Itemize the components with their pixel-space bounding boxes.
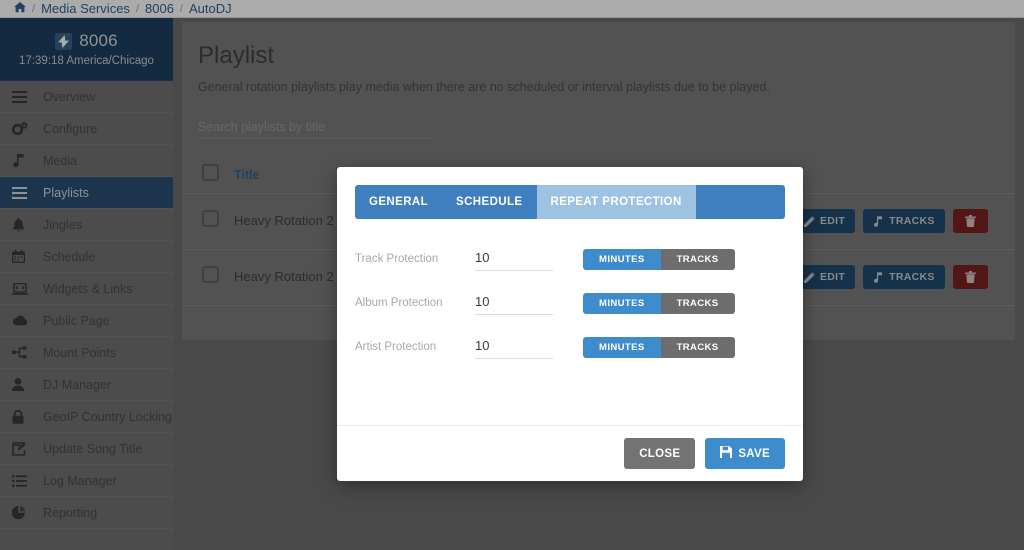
album-protection-unit-toggle: MINUTES TRACKS: [583, 292, 735, 314]
tab-general[interactable]: GENERAL: [355, 185, 442, 219]
repeat-protection-modal: GENERAL SCHEDULE REPEAT PROTECTION Track…: [337, 167, 803, 481]
track-protection-minutes-button[interactable]: MINUTES: [583, 248, 661, 270]
field-row-album-protection: Album Protection MINUTES TRACKS: [355, 281, 785, 325]
track-protection-unit-toggle: MINUTES TRACKS: [583, 248, 735, 270]
artist-protection-input[interactable]: [475, 335, 553, 359]
track-protection-input[interactable]: [475, 247, 553, 271]
album-protection-label: Album Protection: [355, 297, 443, 309]
save-button-label: SAVE: [738, 447, 770, 460]
track-protection-label: Track Protection: [355, 253, 439, 265]
modal-footer: CLOSE SAVE: [337, 425, 803, 481]
close-button[interactable]: CLOSE: [624, 438, 696, 469]
tab-schedule[interactable]: SCHEDULE: [442, 185, 536, 219]
field-row-track-protection: Track Protection MINUTES TRACKS: [355, 237, 785, 281]
artist-protection-unit-toggle: MINUTES TRACKS: [583, 336, 735, 358]
save-floppy-icon: [720, 446, 733, 461]
track-protection-tracks-button[interactable]: TRACKS: [660, 248, 735, 270]
modal-tab-bar: GENERAL SCHEDULE REPEAT PROTECTION: [355, 185, 785, 219]
artist-protection-tracks-button[interactable]: TRACKS: [660, 336, 735, 358]
modal-body: Track Protection MINUTES TRACKS Album Pr…: [337, 219, 803, 425]
save-button[interactable]: SAVE: [705, 438, 785, 469]
album-protection-tracks-button[interactable]: TRACKS: [660, 292, 735, 314]
artist-protection-label: Artist Protection: [355, 341, 437, 353]
artist-protection-minutes-button[interactable]: MINUTES: [583, 336, 661, 358]
app-root: / Media Services / 8006 / AutoDJ 8006 17…: [0, 0, 1024, 550]
album-protection-minutes-button[interactable]: MINUTES: [583, 292, 661, 314]
tab-repeat-protection[interactable]: REPEAT PROTECTION: [536, 185, 696, 219]
field-row-artist-protection: Artist Protection MINUTES TRACKS: [355, 325, 785, 369]
album-protection-input[interactable]: [475, 291, 553, 315]
